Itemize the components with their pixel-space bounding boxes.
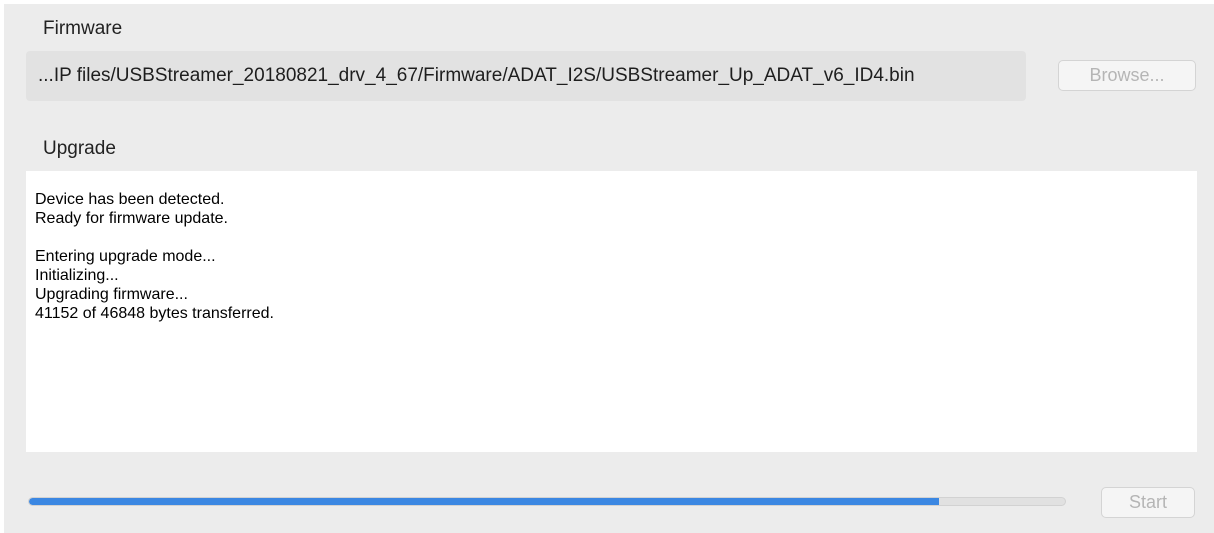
firmware-path-field[interactable]: ...IP files/USBStreamer_20180821_drv_4_6… (26, 51, 1026, 101)
log-line: 41152 of 46848 bytes transferred. (35, 305, 274, 322)
log-line: Ready for firmware update. (35, 210, 228, 227)
firmware-section-label: Firmware (43, 18, 123, 39)
upgrade-progress-bar (28, 497, 1066, 506)
start-button[interactable]: Start (1101, 487, 1195, 518)
log-line: Upgrading firmware... (35, 286, 188, 303)
upgrade-progress-fill (29, 498, 939, 505)
log-line: Device has been detected. (35, 191, 225, 208)
upgrade-section-label: Upgrade (43, 138, 116, 159)
upgrade-log: Device has been detected. Ready for firmw… (26, 171, 1197, 452)
log-line: Initializing... (35, 267, 119, 284)
browse-button[interactable]: Browse... (1058, 60, 1196, 91)
firmware-upgrade-window: Firmware ...IP files/USBStreamer_2018082… (4, 4, 1214, 533)
log-line: Entering upgrade mode... (35, 248, 216, 265)
